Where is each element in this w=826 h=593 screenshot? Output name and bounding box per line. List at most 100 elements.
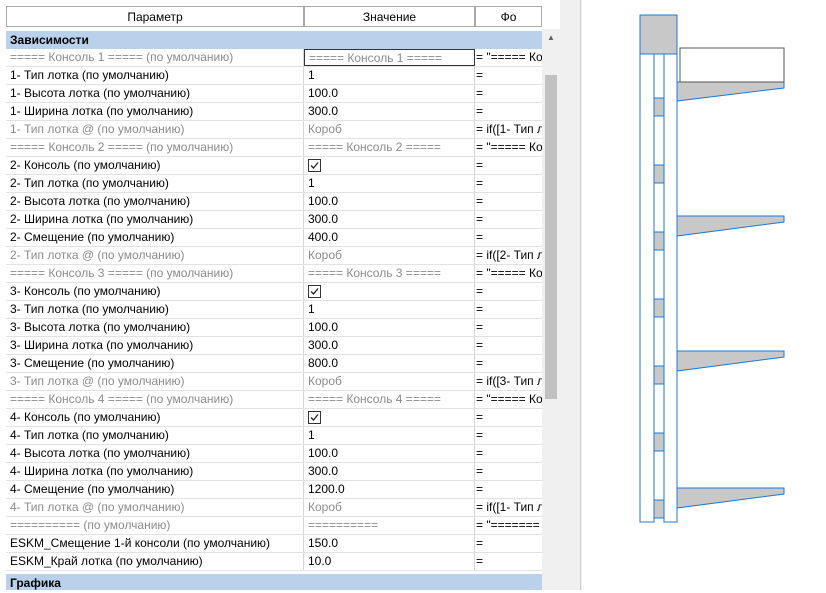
table-row[interactable]: 1- Высота лотка (по умолчанию) 100.0 = (6, 85, 542, 103)
formula-cell[interactable]: = (475, 481, 542, 498)
formula-cell[interactable]: = (475, 283, 542, 300)
scrollbar-thumb[interactable] (545, 75, 557, 399)
table-row[interactable]: 1- Тип лотка @ (по умолчанию) Короб = if([… (6, 121, 542, 139)
table-row[interactable]: ===== Консоль 2 ===== (по умолчанию) ====… (6, 139, 542, 157)
formula-cell[interactable]: = (475, 85, 542, 102)
group-header-graphics[interactable]: Графика (6, 574, 542, 590)
value-checkbox-cell[interactable] (304, 409, 475, 426)
value-cell[interactable]: 800.0 (304, 355, 475, 372)
table-row[interactable]: ===== Консоль 1 ===== (по умолчанию) ====… (6, 49, 542, 67)
table-row[interactable]: 4- Смещение (по умолчанию) 1200.0 = (6, 481, 542, 499)
value-cell[interactable]: 300.0 (304, 337, 475, 354)
table-row[interactable]: 4- Консоль (по умолчанию) = (6, 409, 542, 427)
table-row[interactable]: 2- Консоль (по умолчанию) = (6, 157, 542, 175)
value-cell[interactable]: 150.0 (304, 535, 475, 552)
value-cell[interactable]: 300.0 (304, 463, 475, 480)
value-cell[interactable]: ===== Консоль 4 ===== (304, 391, 475, 408)
table-row[interactable]: ESKM_Смещение 1-й консоли (по умолчанию)… (6, 535, 542, 553)
table-row[interactable]: ===== Консоль 3 ===== (по умолчанию) ====… (6, 265, 542, 283)
group-header-dependencies[interactable]: Зависимости (6, 31, 542, 49)
pane-divider[interactable] (560, 0, 582, 590)
value-cell[interactable]: 300.0 (304, 211, 475, 228)
table-row[interactable]: 3- Тип лотка (по умолчанию) 1 = (6, 301, 542, 319)
value-checkbox-cell[interactable] (304, 157, 475, 174)
table-row[interactable]: 2- Тип лотка @ (по умолчанию) Короб = if([… (6, 247, 542, 265)
value-cell[interactable]: ========== (304, 517, 475, 534)
checkbox-checked-icon[interactable] (308, 159, 321, 172)
value-cell[interactable]: 1200.0 (304, 481, 475, 498)
formula-cell[interactable]: = "===== Ко (475, 139, 542, 156)
formula-cell[interactable]: = (475, 229, 542, 246)
table-row[interactable]: 3- Тип лотка @ (по умолчанию) Короб = if([… (6, 373, 542, 391)
formula-cell[interactable]: = (475, 211, 542, 228)
formula-cell[interactable]: = "===== Ко (475, 265, 542, 282)
checkbox-checked-icon[interactable] (308, 411, 321, 424)
value-cell[interactable]: 1 (304, 301, 475, 318)
formula-cell[interactable]: = (475, 463, 542, 480)
formula-cell[interactable]: = "======= (475, 517, 542, 534)
table-row[interactable]: 2- Смещение (по умолчанию) 400.0 = (6, 229, 542, 247)
model-preview[interactable] (582, 0, 826, 590)
formula-cell[interactable]: = if([1- Тип л (475, 121, 542, 138)
value-cell[interactable]: 1 (304, 427, 475, 444)
formula-cell[interactable]: = (475, 319, 542, 336)
table-row[interactable]: 2- Высота лотка (по умолчанию) 100.0 = (6, 193, 542, 211)
table-row[interactable]: 3- Консоль (по умолчанию) = (6, 283, 542, 301)
formula-cell[interactable]: = (475, 427, 542, 444)
formula-cell[interactable]: = (475, 355, 542, 372)
value-cell[interactable]: ===== Консоль 3 ===== (304, 265, 475, 282)
value-cell[interactable]: Короб (304, 499, 475, 516)
formula-cell[interactable]: = (475, 67, 542, 84)
formula-cell[interactable]: = if([1- Тип л (475, 499, 542, 516)
value-cell[interactable]: 300.0 (304, 103, 475, 120)
value-cell[interactable]: Короб (304, 247, 475, 264)
table-row[interactable]: 4- Высота лотка (по умолчанию) 100.0 = (6, 445, 542, 463)
value-cell[interactable]: 100.0 (304, 445, 475, 462)
formula-cell[interactable]: = (475, 103, 542, 120)
value-cell[interactable]: Короб (304, 373, 475, 390)
vertical-scrollbar[interactable]: ▲ (542, 29, 560, 590)
formula-cell[interactable]: = if([3- Тип л (475, 373, 542, 390)
table-row[interactable]: 3- Высота лотка (по умолчанию) 100.0 = (6, 319, 542, 337)
column-header-value[interactable]: Значение (304, 6, 475, 27)
formula-cell[interactable]: = (475, 535, 542, 552)
formula-cell[interactable]: = (475, 301, 542, 318)
value-cell[interactable]: 1 (304, 175, 475, 192)
formula-cell[interactable]: = "===== Ко (475, 49, 542, 66)
formula-cell[interactable]: = (475, 193, 542, 210)
table-row[interactable]: 1- Ширина лотка (по умолчанию) 300.0 = (6, 103, 542, 121)
value-cell[interactable]: ===== Консоль 2 ===== (304, 139, 475, 156)
value-checkbox-cell[interactable] (304, 283, 475, 300)
value-cell[interactable]: 10.0 (304, 553, 475, 570)
checkbox-checked-icon[interactable] (308, 285, 321, 298)
column-header-parameter[interactable]: Параметр (6, 6, 304, 27)
table-row[interactable]: 2- Тип лотка (по умолчанию) 1 = (6, 175, 542, 193)
table-row[interactable]: ===== Консоль 4 ===== (по умолчанию) ====… (6, 391, 542, 409)
column-header-formula[interactable]: Фо (475, 6, 542, 27)
table-row[interactable]: 4- Ширина лотка (по умолчанию) 300.0 = (6, 463, 542, 481)
value-cell[interactable]: 100.0 (304, 319, 475, 336)
table-row[interactable]: 4- Тип лотка @ (по умолчанию) Короб = if([… (6, 499, 542, 517)
table-row[interactable]: ESKM_Край лотка (по умолчанию) 10.0 = (6, 553, 542, 571)
value-cell[interactable]: 400.0 (304, 229, 475, 246)
table-row[interactable]: 3- Смещение (по умолчанию) 800.0 = (6, 355, 542, 373)
scroll-up-arrow-icon[interactable]: ▲ (542, 29, 560, 46)
value-cell[interactable]: 100.0 (304, 85, 475, 102)
formula-cell[interactable]: = (475, 445, 542, 462)
formula-cell[interactable]: = (475, 337, 542, 354)
table-row[interactable]: ========== (по умолчанию) ========== = "==… (6, 517, 542, 535)
formula-cell[interactable]: = if([2- Тип л (475, 247, 542, 264)
table-row[interactable]: 1- Тип лотка (по умолчанию) 1 = (6, 67, 542, 85)
value-cell[interactable]: ===== Консоль 1 ===== (304, 49, 475, 66)
value-cell[interactable]: Короб (304, 121, 475, 138)
table-row[interactable]: 4- Тип лотка (по умолчанию) 1 = (6, 427, 542, 445)
table-row[interactable]: 3- Ширина лотка (по умолчанию) 300.0 = (6, 337, 542, 355)
formula-cell[interactable]: = (475, 409, 542, 426)
formula-cell[interactable]: = (475, 553, 542, 570)
value-cell[interactable]: 1 (304, 67, 475, 84)
formula-cell[interactable]: = (475, 175, 542, 192)
formula-cell[interactable]: = "===== Ко (475, 391, 542, 408)
formula-cell[interactable]: = (475, 157, 542, 174)
table-row[interactable]: 2- Ширина лотка (по умолчанию) 300.0 = (6, 211, 542, 229)
value-cell[interactable]: 100.0 (304, 193, 475, 210)
